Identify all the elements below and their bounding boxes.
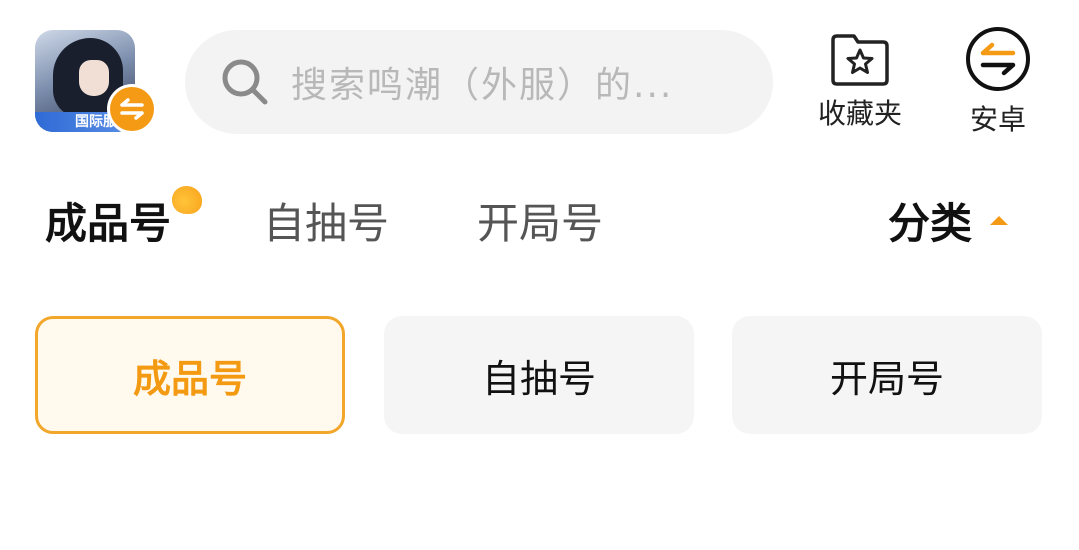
- new-badge-icon: [172, 186, 202, 214]
- category-dropdown[interactable]: 分类: [888, 190, 1009, 251]
- star-folder-icon: [831, 34, 889, 86]
- caret-up-icon: [990, 216, 1009, 225]
- type-tabs: 成品号 自抽号 开局号 分类: [0, 180, 1079, 250]
- search-bar[interactable]: 搜索鸣潮（外服）的...: [185, 30, 773, 134]
- game-switch-badge[interactable]: [107, 84, 157, 134]
- platform-switch-button[interactable]: 安卓: [950, 26, 1046, 138]
- category-label: 分类: [888, 199, 973, 248]
- favorites-button[interactable]: 收藏夹: [810, 30, 910, 132]
- platform-label: 安卓: [969, 103, 1026, 136]
- tab-self-draw-account[interactable]: 自抽号: [263, 190, 389, 251]
- chip-starter-account[interactable]: 开局号: [732, 316, 1042, 434]
- chip-self-draw-account[interactable]: 自抽号: [384, 316, 694, 434]
- search-placeholder: 搜索鸣潮（外服）的...: [291, 65, 674, 106]
- tab-finished-account[interactable]: 成品号: [45, 190, 171, 251]
- switch-arrows-icon: [966, 27, 1030, 91]
- search-icon: [222, 59, 268, 105]
- swap-arrows-icon: [110, 87, 154, 131]
- tab-starter-account[interactable]: 开局号: [477, 190, 603, 251]
- header-bar: 国际服 搜索鸣潮（外服）的... 收藏夹 安卓: [0, 0, 1079, 150]
- chip-finished-account[interactable]: 成品号: [35, 316, 345, 434]
- character-face: [79, 60, 109, 96]
- favorites-label: 收藏夹: [817, 97, 902, 130]
